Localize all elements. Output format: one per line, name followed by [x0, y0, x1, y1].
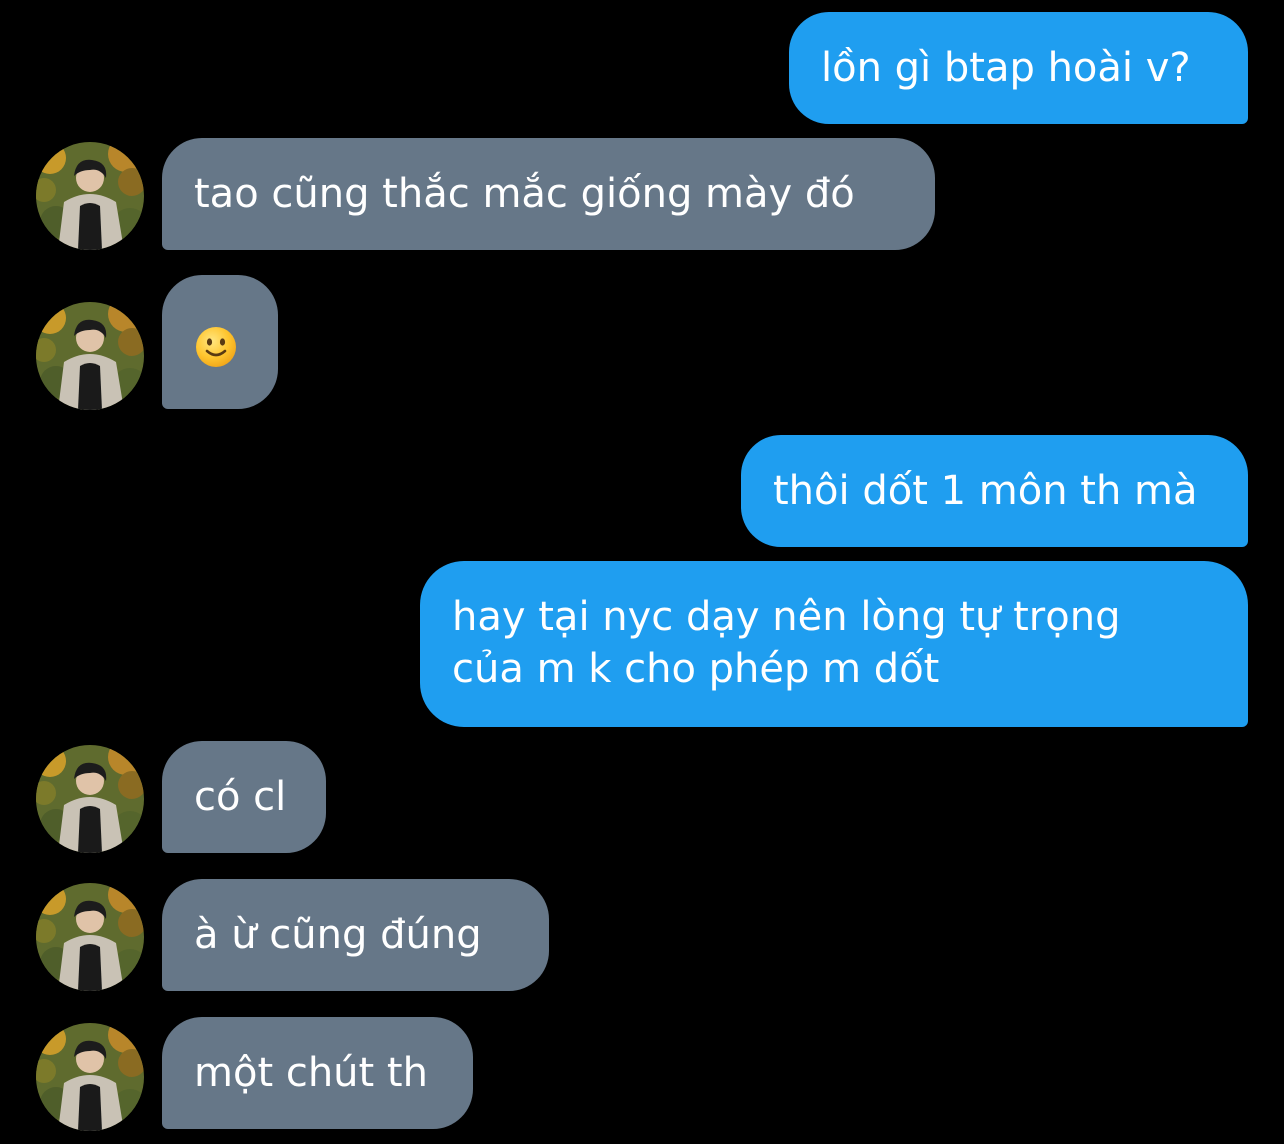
message-text: lồn gì btap hoài v?: [821, 45, 1191, 91]
message-bubble-incoming[interactable]: có cl: [162, 741, 326, 853]
message-bubble-outgoing[interactable]: hay tại nyc dạy nên lòng tự trọng của m …: [420, 561, 1248, 727]
contact-avatar-icon[interactable]: [36, 745, 144, 853]
contact-avatar-icon[interactable]: [36, 302, 144, 410]
slightly-smiling-face-icon: [196, 327, 236, 367]
message-bubble-incoming[interactable]: một chút th: [162, 1017, 473, 1129]
contact-avatar-icon[interactable]: [36, 1023, 144, 1131]
message-text-line: hay tại nyc dạy nên lòng tự trọng: [452, 594, 1121, 640]
message-text-line: của m k cho phép m dốt: [452, 646, 940, 692]
message-bubble-outgoing[interactable]: lồn gì btap hoài v?: [789, 12, 1248, 124]
contact-avatar-icon[interactable]: [36, 142, 144, 250]
message-text: à ừ cũng đúng: [194, 912, 482, 958]
message-text: tao cũng thắc mắc giống mày đó: [194, 171, 855, 217]
message-text: một chút th: [194, 1050, 428, 1096]
message-bubble-outgoing[interactable]: thôi dốt 1 môn th mà: [741, 435, 1248, 547]
message-text: có cl: [194, 774, 287, 820]
message-bubble-incoming[interactable]: 🙂: [162, 275, 278, 409]
message-text: thôi dốt 1 môn th mà: [773, 468, 1198, 514]
contact-avatar-icon[interactable]: [36, 883, 144, 991]
message-bubble-incoming[interactable]: à ừ cũng đúng: [162, 879, 549, 991]
message-bubble-incoming[interactable]: tao cũng thắc mắc giống mày đó: [162, 138, 935, 250]
